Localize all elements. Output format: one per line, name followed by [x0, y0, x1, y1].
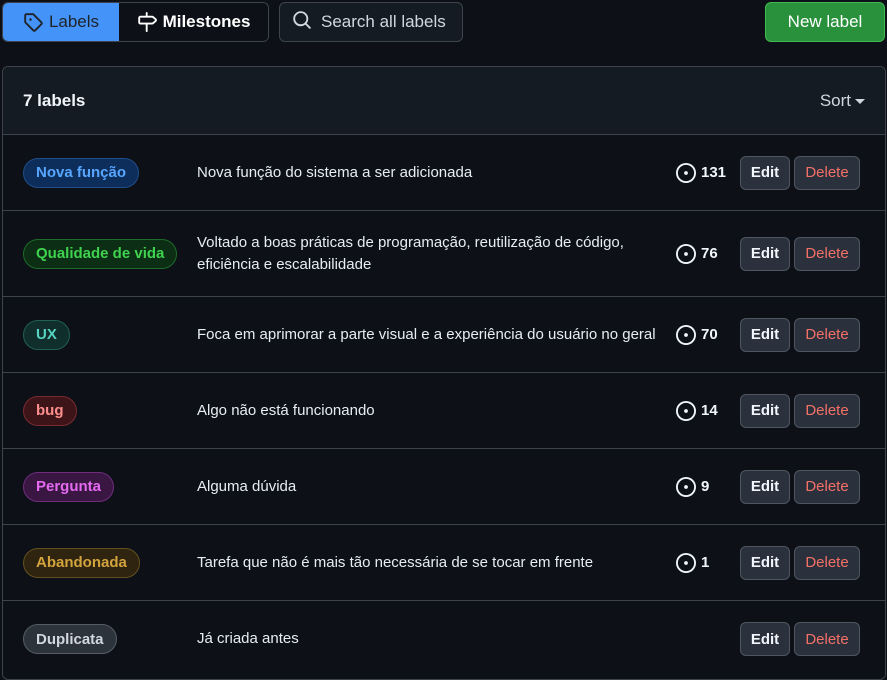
label-description: Nova função do sistema a ser adicionada: [197, 163, 473, 181]
edit-label-button[interactable]: Edit: [740, 236, 790, 271]
edit-label-button[interactable]: Edit: [740, 545, 790, 580]
delete-label-button[interactable]: Delete: [794, 545, 860, 580]
delete-label-button[interactable]: Delete: [794, 236, 860, 271]
open-issues-count: 131: [701, 164, 727, 181]
label-pill[interactable]: Abandonada: [23, 547, 140, 578]
tab-milestones-text: Milestones: [162, 12, 251, 31]
label-row: Duplicata Já criada antes Edit Delete: [3, 601, 885, 677]
label-description: Alguma dúvida: [197, 477, 297, 495]
edit-label-button[interactable]: Edit: [740, 622, 790, 656]
open-issues-link[interactable]: 1: [676, 552, 710, 573]
search-input[interactable]: Search all labels: [279, 2, 463, 42]
issue-opened-icon: [676, 162, 696, 183]
edit-label-button[interactable]: Edit: [740, 317, 790, 352]
edit-label-button[interactable]: Edit: [740, 469, 790, 504]
search-icon: [292, 10, 312, 35]
labels-count-title: 7 labels: [23, 90, 86, 110]
delete-label-button[interactable]: Delete: [794, 393, 860, 428]
labels-list: Nova função Nova função do sistema a ser …: [3, 135, 885, 677]
open-issues-link[interactable]: 70: [676, 324, 718, 345]
label-pill[interactable]: Duplicata: [23, 624, 117, 654]
labels-box: 7 labels Sort Nova função Nova função do …: [2, 66, 886, 680]
tab-milestones[interactable]: Milestones: [119, 3, 268, 41]
label-description: Voltado a boas práticas de programação, …: [197, 233, 624, 273]
open-issues-link[interactable]: 9: [676, 476, 710, 497]
new-label-button[interactable]: New label: [765, 2, 885, 42]
open-issues-link[interactable]: 131: [676, 162, 727, 183]
delete-label-button[interactable]: Delete: [794, 469, 860, 504]
issue-opened-icon: [676, 243, 696, 264]
label-row: Abandonada Tarefa que não é mais tão nece…: [3, 525, 885, 601]
label-row: UX Foca em aprimorar a parte visual e a e…: [3, 297, 885, 373]
caret-down-icon: [855, 99, 865, 104]
label-description: Algo não está funcionando: [197, 401, 375, 419]
open-issues-link[interactable]: 76: [676, 243, 718, 264]
delete-label-button[interactable]: Delete: [794, 155, 860, 190]
open-issues-count: 70: [701, 326, 718, 343]
label-pill[interactable]: bug: [23, 395, 77, 426]
open-issues-count: 1: [701, 554, 710, 571]
sort-label: Sort: [819, 90, 851, 110]
label-row: Nova função Nova função do sistema a ser …: [3, 135, 885, 211]
edit-label-button[interactable]: Edit: [740, 393, 790, 428]
label-pill[interactable]: Nova função: [23, 157, 140, 188]
labels-milestones-switch: Labels Milestones: [2, 2, 269, 42]
delete-label-button[interactable]: Delete: [794, 317, 860, 352]
sort-dropdown[interactable]: Sort: [820, 91, 865, 111]
tab-labels-text: Labels: [48, 12, 100, 31]
issue-opened-icon: [676, 400, 696, 421]
label-description: Já criada antes: [197, 630, 299, 647]
open-issues-link[interactable]: 14: [676, 400, 718, 421]
label-pill[interactable]: UX: [23, 319, 70, 350]
search-placeholder: Search all labels: [321, 12, 446, 31]
label-pill[interactable]: Pergunta: [23, 471, 115, 502]
issue-opened-icon: [676, 552, 696, 573]
tab-labels[interactable]: Labels: [3, 3, 119, 41]
edit-label-button[interactable]: Edit: [740, 155, 790, 190]
open-issues-count: 9: [701, 478, 710, 495]
label-row: bug Algo não está funcionando 14 Edit Delete: [3, 373, 885, 449]
labels-box-header: 7 labels Sort: [3, 67, 885, 135]
open-issues-count: 14: [701, 402, 718, 419]
label-pill[interactable]: Qualidade de vida: [23, 238, 178, 269]
issue-opened-icon: [676, 476, 696, 497]
label-row: Pergunta Alguma dúvida 9 Edit Delete: [3, 449, 885, 525]
milestone-icon: [137, 12, 157, 32]
label-description: Foca em aprimorar a parte visual e a exp…: [197, 325, 656, 343]
top-bar: Labels Milestones Search all labels New …: [0, 0, 887, 44]
tag-icon: [23, 12, 43, 32]
label-description: Tarefa que não é mais tão necessária de …: [197, 553, 594, 571]
open-issues-count: 76: [701, 245, 718, 262]
delete-label-button[interactable]: Delete: [794, 622, 860, 656]
issue-opened-icon: [676, 324, 696, 345]
label-row: Qualidade de vida Voltado a boas práticas…: [3, 211, 885, 297]
